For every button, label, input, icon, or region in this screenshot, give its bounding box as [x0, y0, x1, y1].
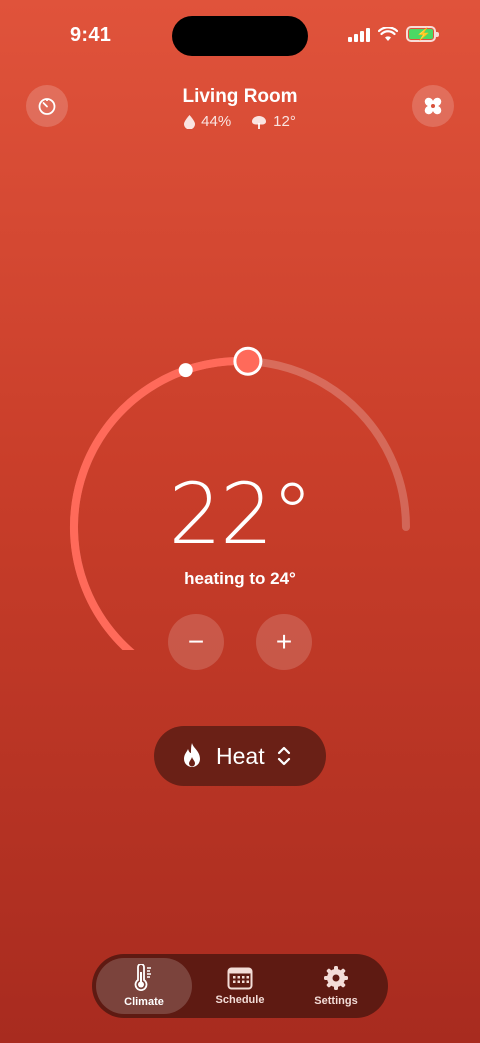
- room-title: Living Room: [182, 86, 298, 107]
- status-icons: ⚡: [348, 26, 439, 42]
- increase-temp-button[interactable]: +: [256, 614, 312, 670]
- thermometer-icon: [134, 964, 151, 991]
- current-temperature: 22°: [168, 465, 314, 563]
- fan-icon: [424, 97, 442, 115]
- signal-icon: [348, 26, 370, 42]
- battery-icon: ⚡: [406, 26, 439, 42]
- decrease-temp-button[interactable]: −: [168, 614, 224, 670]
- heating-status: heating to 24°: [184, 569, 296, 588]
- tab-schedule[interactable]: Schedule: [192, 958, 288, 1014]
- chevron-up-down-icon: [277, 746, 290, 766]
- fan-button[interactable]: [412, 85, 454, 127]
- tab-climate-label: Climate: [124, 996, 164, 1008]
- tab-schedule-label: Schedule: [215, 994, 265, 1006]
- tab-climate[interactable]: Climate: [96, 958, 192, 1014]
- room-header: Living Room 44% 12°: [0, 86, 480, 130]
- tab-settings[interactable]: Settings: [288, 958, 384, 1014]
- room-conditions: 44% 12°: [0, 113, 480, 130]
- tree-icon: [252, 115, 267, 129]
- current-temp-marker: [178, 363, 193, 378]
- dynamic-island: [172, 16, 308, 56]
- status-time: 9:41: [70, 24, 112, 46]
- tab-bar: Climate Schedule Settings: [92, 954, 388, 1018]
- humidity-value: 44%: [201, 113, 232, 130]
- humidity-reading: 44%: [184, 113, 231, 130]
- outdoor-reading: 12°: [251, 113, 296, 130]
- calendar-icon: [227, 967, 253, 990]
- target-temp-handle[interactable]: [233, 346, 263, 376]
- gear-icon: [324, 966, 348, 990]
- droplet-icon: [184, 114, 196, 129]
- outdoor-temp-value: 12°: [273, 113, 296, 130]
- mode-selector[interactable]: Heat: [154, 726, 326, 786]
- wifi-icon: [378, 26, 398, 41]
- tab-settings-label: Settings: [314, 995, 358, 1007]
- status-bar: 9:41 ⚡: [0, 0, 480, 70]
- mode-label: Heat: [216, 742, 265, 769]
- flame-icon: [184, 743, 200, 767]
